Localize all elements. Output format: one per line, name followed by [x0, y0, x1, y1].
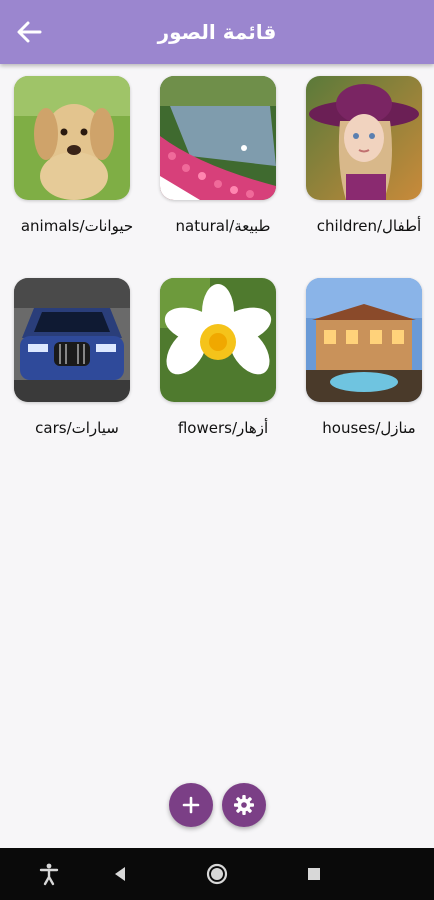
puppy-photo [14, 76, 130, 200]
category-label: flowers/أزهار [177, 419, 269, 437]
car-photo [14, 278, 130, 402]
recents-square-icon[interactable] [302, 862, 326, 886]
flower-photo [160, 278, 276, 402]
system-nav-bar [0, 848, 434, 900]
nature-photo [160, 76, 276, 200]
category-label: natural/طبيعة [175, 217, 271, 235]
back-triangle-icon[interactable] [108, 862, 132, 886]
category-label: cars/سيارات [35, 419, 119, 437]
category-label: children/أطفال [316, 217, 422, 235]
category-label: houses/منازل [322, 419, 416, 437]
category-label: animals/حيوانات [20, 217, 134, 235]
settings-button[interactable] [222, 783, 266, 827]
add-button[interactable] [169, 783, 213, 827]
app-bar: قائمة الصور [0, 0, 434, 64]
accessibility-icon[interactable] [37, 862, 61, 886]
child-photo [306, 76, 422, 200]
villa-photo [306, 278, 422, 402]
home-circle-icon[interactable] [205, 862, 229, 886]
gear-icon [234, 795, 254, 815]
plus-icon [182, 796, 200, 814]
page-title: قائمة الصور [157, 20, 277, 44]
